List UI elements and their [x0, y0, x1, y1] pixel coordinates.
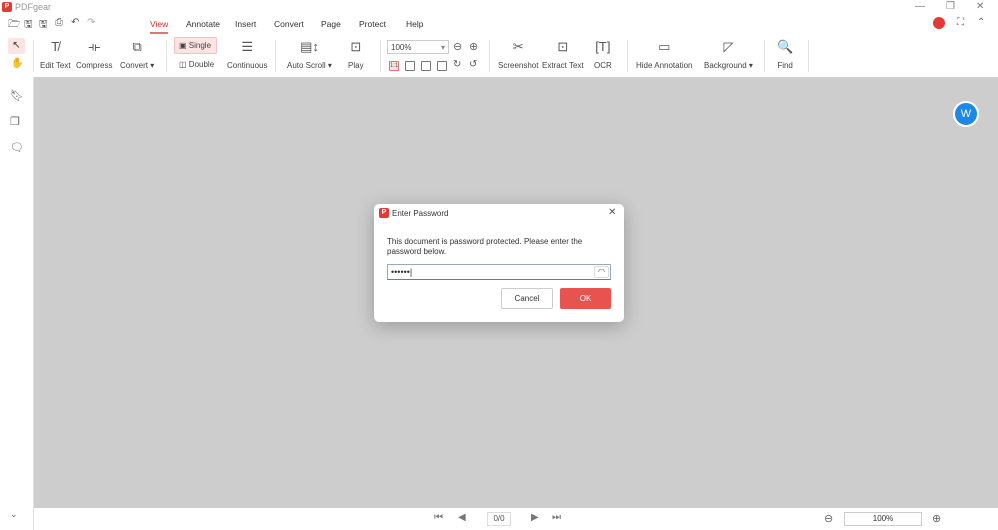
convert-icon: ⧉ — [132, 39, 142, 54]
ocr-button[interactable]: [T] OCR — [594, 38, 612, 70]
cancel-button[interactable]: Cancel — [501, 288, 553, 309]
undo-icon[interactable]: ↶ — [71, 17, 79, 28]
fit-width-icon[interactable] — [421, 61, 431, 71]
auto-scroll-button[interactable]: ▤↕ Auto Scroll ▾ — [287, 38, 332, 70]
print-icon[interactable]: ⎙ — [55, 17, 63, 28]
tab-help[interactable]: Help — [406, 19, 423, 29]
compress-icon: ⟛ — [88, 39, 101, 54]
last-page-icon[interactable]: ⏭ — [552, 512, 561, 523]
status-zoom-input[interactable]: 100% — [844, 512, 922, 526]
zoom-out-icon[interactable]: ⊖ — [453, 40, 462, 53]
continuous-icon: ☰ — [241, 39, 254, 54]
find-button[interactable]: 🔍 Find — [777, 38, 793, 70]
hand-tool-icon[interactable]: ✋ — [11, 58, 23, 69]
open-icon[interactable]: 🗁 — [8, 17, 20, 34]
single-icon: ▣ — [179, 41, 187, 50]
tab-view[interactable]: View — [150, 19, 169, 34]
tab-annotate[interactable]: Annotate — [186, 19, 220, 29]
play-icon: ⊡ — [350, 39, 362, 54]
app-logo: P — [2, 2, 12, 12]
convert-button[interactable]: ⧉ Convert ▾ — [120, 38, 154, 70]
status-bar: ⏮ ◀ 0/0 ▶ ⏭ ⊖ 100% ⊕ — [34, 508, 998, 530]
zoom-in-icon[interactable]: ⊕ — [469, 40, 478, 53]
screenshot-button[interactable]: ✂ Screenshot — [498, 38, 538, 70]
bookmark-icon[interactable]: 🔖︎ — [10, 89, 24, 102]
dialog-message: This document is password protected. Ple… — [387, 237, 583, 256]
fullscreen-icon[interactable]: ⛶ — [957, 17, 964, 28]
pages-icon[interactable]: ❐ — [10, 115, 20, 128]
edit-text-button[interactable]: T̸ Edit Text — [40, 38, 71, 70]
redo-icon[interactable]: ↷ — [87, 17, 95, 28]
avatar[interactable] — [933, 17, 945, 29]
edit-text-icon: T̸ — [51, 39, 60, 54]
minimize-icon[interactable]: — — [915, 1, 925, 12]
auto-scroll-icon: ▤↕ — [300, 39, 319, 54]
show-password-eye-icon[interactable]: ◠ — [594, 266, 609, 278]
left-sidebar: 🔖︎ ❐ 🗨︎ ⌄ — [0, 77, 34, 530]
close-window-icon[interactable]: ✕ — [976, 1, 984, 12]
find-icon: 🔍 — [777, 39, 794, 54]
dialog-close-icon[interactable]: ✕ — [608, 207, 616, 218]
actual-size-icon[interactable]: 1:1 — [389, 61, 399, 71]
comments-icon[interactable]: 🗨︎ — [10, 141, 24, 154]
previous-page-icon[interactable]: ◀ — [458, 512, 466, 523]
save-icon[interactable]: 🖫 — [24, 17, 33, 34]
chevron-down-icon: ▾ — [440, 43, 445, 52]
tab-page[interactable]: Page — [321, 19, 341, 29]
ok-button[interactable]: OK — [560, 288, 611, 309]
zoom-select[interactable]: 100% ▾ — [387, 40, 449, 54]
rotate-clockwise-icon[interactable]: ↻ — [453, 59, 461, 70]
hide-annotation-button[interactable]: ▭ Hide Annotation — [636, 38, 693, 70]
app-title: PDFgear — [15, 2, 52, 12]
double-icon: ◫ — [179, 60, 187, 69]
status-zoom-out-icon[interactable]: ⊖ — [824, 512, 833, 525]
password-dialog: P Enter Password ✕ This document is pass… — [374, 204, 624, 322]
compress-button[interactable]: ⟛ Compress — [76, 38, 112, 70]
play-button[interactable]: ⊡ Play — [348, 38, 364, 70]
select-tool-icon[interactable]: ↖ — [8, 38, 25, 54]
restore-icon[interactable]: ❐ — [946, 1, 955, 12]
extract-text-icon: ⊡ — [557, 39, 569, 54]
ocr-icon: [T] — [595, 39, 611, 54]
first-page-icon[interactable]: ⏮ — [434, 512, 443, 523]
convert-to-word-float-icon[interactable]: W — [953, 101, 979, 127]
expand-icon[interactable]: ⌄ — [10, 509, 18, 520]
status-zoom-in-icon[interactable]: ⊕ — [932, 512, 941, 525]
page-number-input[interactable]: 0/0 — [487, 512, 511, 526]
continuous-button[interactable]: ☰ Continuous — [227, 38, 267, 70]
hide-annotation-icon: ▭ — [658, 39, 671, 54]
extract-text-button[interactable]: ⊡ Extract Text — [542, 38, 584, 70]
collapse-ribbon-icon[interactable]: ⌃ — [977, 17, 985, 28]
background-button[interactable]: ◸ Background ▾ — [704, 38, 753, 70]
dialog-logo: P — [379, 208, 389, 218]
fit-page-icon[interactable] — [405, 61, 415, 71]
screenshot-icon: ✂ — [512, 39, 524, 54]
password-input[interactable]: ••••••| — [387, 264, 611, 280]
background-icon: ◸ — [723, 39, 734, 54]
tab-insert[interactable]: Insert — [235, 19, 256, 29]
tab-protect[interactable]: Protect — [359, 19, 386, 29]
save-as-icon[interactable]: 🖫 — [39, 17, 48, 34]
single-page-button[interactable]: ▣ Single — [174, 37, 217, 54]
dialog-title: Enter Password — [392, 209, 449, 218]
next-page-icon[interactable]: ▶ — [531, 512, 539, 523]
rotate-counterclockwise-icon[interactable]: ↺ — [469, 59, 477, 70]
double-page-button[interactable]: ◫ Double — [179, 60, 214, 69]
tab-convert[interactable]: Convert — [274, 19, 304, 29]
fit-height-icon[interactable] — [437, 61, 447, 71]
